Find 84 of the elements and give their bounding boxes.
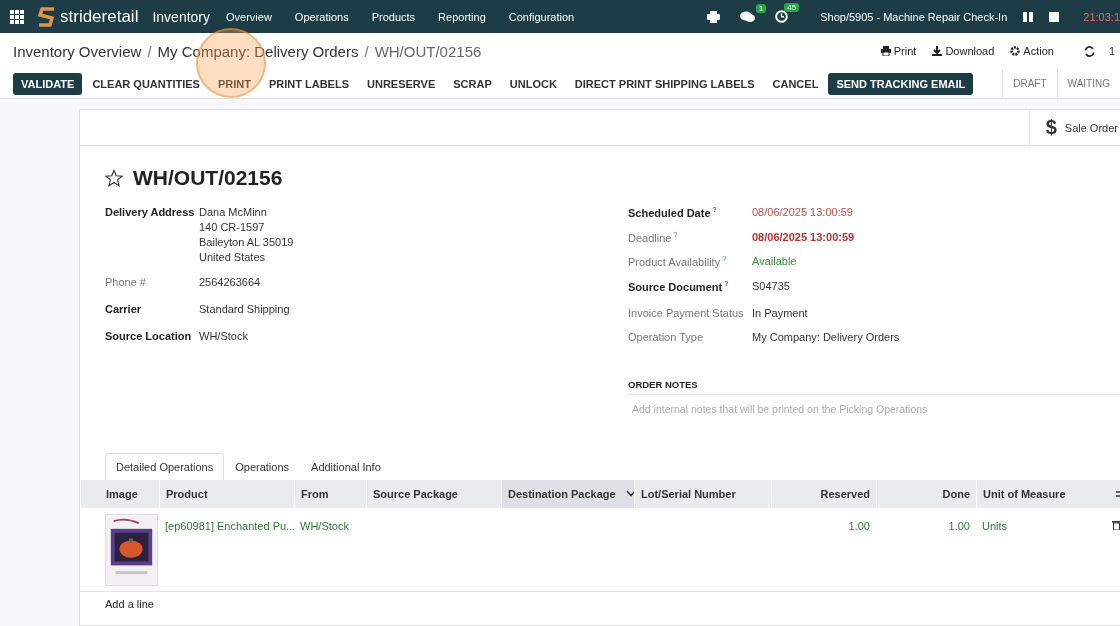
column-header[interactable]: Lot/Serial Number xyxy=(634,479,771,508)
pause-icon[interactable] xyxy=(1023,11,1034,22)
message-count: 1 xyxy=(755,3,767,13)
column-header[interactable]: Reserved xyxy=(771,479,876,508)
column-header[interactable]: Product xyxy=(159,479,294,508)
field-label: Source Location xyxy=(105,330,193,342)
stop-icon[interactable] xyxy=(1049,11,1060,22)
toolbar-button[interactable]: DIRECT PRINT SHIPPING LABELS xyxy=(566,72,763,95)
star-icon[interactable] xyxy=(105,169,123,187)
delete-icon[interactable] xyxy=(1112,519,1120,530)
record-title: WH/OUT/02156 xyxy=(133,166,283,190)
apps-grid-icon[interactable] xyxy=(10,9,24,24)
table-cell: 1.00 xyxy=(848,519,870,532)
refresh-icon[interactable] xyxy=(1083,45,1095,57)
pager-value: 1 xyxy=(1108,45,1115,57)
activity-count: 45 xyxy=(784,3,800,12)
toolbar-button[interactable]: UNLOCK xyxy=(501,72,565,95)
field-label: Source Document $^{?}$ xyxy=(628,279,730,293)
chat-icon[interactable] xyxy=(740,10,756,23)
column-header[interactable]: Unit of Measure xyxy=(976,479,1106,508)
field-value: 08/06/2025 13:00:59 xyxy=(752,230,855,244)
field-value: In Payment xyxy=(752,306,808,319)
breadcrumb-current: WH/OUT/02156 xyxy=(374,42,482,60)
gear-icon xyxy=(1010,46,1021,56)
toolbar-button[interactable]: VALIDATE xyxy=(13,72,83,95)
toolbar-button[interactable]: PRINT LABELS xyxy=(260,72,357,95)
status-step[interactable]: WAITING xyxy=(1056,69,1120,98)
sale-order-button[interactable]: $ Sale Order xyxy=(1028,110,1120,145)
clock-icon[interactable] xyxy=(775,10,789,23)
column-header[interactable]: Image xyxy=(80,479,159,508)
menu-item[interactable]: Operations xyxy=(294,10,349,23)
toolbar-button[interactable]: SEND TRACKING EMAIL xyxy=(828,72,974,95)
section-heading: ORDER NOTES xyxy=(628,378,1120,395)
field-label: Scheduled Date $^{?}$ xyxy=(628,206,718,219)
app-name[interactable]: Inventory xyxy=(152,8,210,25)
toolbar-button[interactable]: SCRAP xyxy=(445,72,500,95)
field-value: 2564263664 xyxy=(199,276,261,288)
logo-icon xyxy=(38,5,56,28)
field-value: Available xyxy=(752,255,797,268)
table-cell: WH/Stock xyxy=(300,519,349,532)
add-line-link[interactable]: Add a line xyxy=(80,591,154,610)
download-icon xyxy=(932,46,943,56)
field-value: Dana McMinn xyxy=(199,206,268,218)
action-link[interactable]: Download xyxy=(932,45,995,57)
field-label: Carrier xyxy=(105,303,143,315)
field-label: Phone # xyxy=(105,276,147,288)
action-link[interactable]: Action xyxy=(1010,45,1054,57)
toolbar-button[interactable]: CLEAR QUANTITIES xyxy=(84,72,208,95)
tab[interactable]: Detailed Operations xyxy=(105,452,225,480)
breadcrumb-separator: / xyxy=(364,42,369,60)
field-value: 140 CR-1597 xyxy=(199,221,266,233)
field-value: Baileyton AL 35019 xyxy=(199,236,294,248)
toolbar-button[interactable]: PRINT xyxy=(209,72,259,95)
field-label: Deadline $^{?}$ xyxy=(628,230,679,244)
brand-name: strideretail xyxy=(60,6,139,27)
field-value: S04735 xyxy=(752,279,790,293)
session-name[interactable]: Shop/5905 - Machine Repair Check-In xyxy=(820,10,1008,23)
field-value: 08/06/2025 13:00:59 xyxy=(752,206,853,219)
breadcrumb-separator: / xyxy=(147,42,152,60)
field-label: Invoice Payment Status xyxy=(628,306,745,319)
field-value: United States xyxy=(199,251,267,263)
column-header[interactable]: Destination Package xyxy=(501,479,634,508)
menu-item[interactable]: Overview xyxy=(226,10,272,23)
breadcrumb-link[interactable]: Inventory Overview xyxy=(13,42,142,60)
field-label: Operation Type xyxy=(628,330,704,343)
column-header[interactable]: Source Package xyxy=(366,479,501,508)
menu-item[interactable]: Reporting xyxy=(438,10,486,23)
action-link[interactable]: Print xyxy=(880,45,917,57)
timer: 21:03:1 xyxy=(1083,10,1120,23)
table-cell: 1.00 xyxy=(948,519,970,532)
column-header[interactable]: Done xyxy=(876,479,976,508)
field-label: Product Availability $^{?}$ xyxy=(628,255,728,268)
table-cell: Units xyxy=(982,519,1008,532)
field-value: My Company: Delivery Orders xyxy=(752,330,900,343)
field-value: Standard Shipping xyxy=(199,303,290,315)
column-header[interactable]: From xyxy=(294,479,366,508)
table-cell: [ep60981] Enchanted Pu... xyxy=(165,519,296,532)
field-label: Delivery Address xyxy=(105,206,196,220)
field-value: WH/Stock xyxy=(199,330,248,342)
toolbar-button[interactable]: UNRESERVE xyxy=(359,72,444,95)
toolbar-button[interactable]: CANCEL xyxy=(764,72,827,95)
menu-item[interactable]: Products xyxy=(371,10,416,23)
status-step[interactable]: DRAFT xyxy=(1002,69,1057,98)
menu-item[interactable]: Configuration xyxy=(508,10,575,23)
